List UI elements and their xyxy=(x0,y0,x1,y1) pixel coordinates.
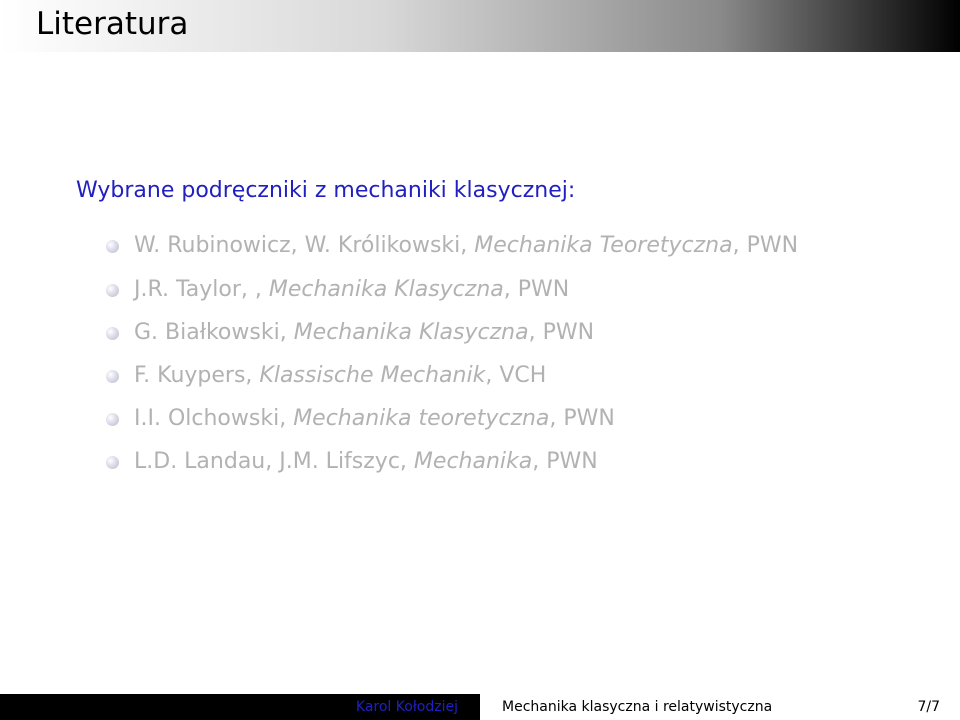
item-authors: W. Rubinowicz, W. Królikowski, xyxy=(134,233,475,258)
bibliography-list: W. Rubinowicz, W. Królikowski, Mechanika… xyxy=(106,230,886,478)
item-title: Mechanika xyxy=(413,449,533,474)
section-heading: Wybrane podręczniki z mechaniki klasyczn… xyxy=(76,178,576,203)
sphere-bullet-icon xyxy=(106,413,119,426)
sphere-bullet-icon xyxy=(106,240,119,253)
frame-title: Literatura xyxy=(36,6,189,42)
item-title: Mechanika Klasyczna xyxy=(293,320,529,345)
footer-title: Mechanika klasyczna i relatywistyczna xyxy=(502,699,773,715)
footer-title-bar: Mechanika klasyczna i relatywistyczna 7/… xyxy=(480,694,960,720)
item-publisher: , PWN xyxy=(549,406,615,431)
item-authors: J.R. Taylor, , xyxy=(134,277,269,302)
bibliography-item: G. Białkowski, Mechanika Klasyczna, PWN xyxy=(106,317,886,349)
item-authors: F. Kuypers, xyxy=(134,363,260,388)
page-number: 7/7 xyxy=(917,699,940,715)
item-publisher: , VCH xyxy=(485,363,547,388)
footer: Karol Kołodziej Mechanika klasyczna i re… xyxy=(0,694,960,720)
sphere-bullet-icon xyxy=(106,327,119,340)
bibliography-item: L.D. Landau, J.M. Lifszyc, Mechanika, PW… xyxy=(106,446,886,478)
item-title: Mechanika Teoretyczna xyxy=(474,233,733,258)
item-publisher: , PWN xyxy=(528,320,595,345)
item-title: Klassische Mechanik xyxy=(259,363,486,388)
sphere-bullet-icon xyxy=(106,370,119,383)
bibliography-item: W. Rubinowicz, W. Królikowski, Mechanika… xyxy=(106,230,886,262)
item-publisher: , PWN xyxy=(732,233,799,258)
bibliography-item: F. Kuypers, Klassische Mechanik, VCH xyxy=(106,360,886,392)
sphere-bullet-icon xyxy=(106,284,119,297)
item-title: Mechanika Klasyczna xyxy=(268,277,504,302)
item-authors: I.I. Olchowski, xyxy=(134,406,294,431)
item-authors: G. Białkowski, xyxy=(134,320,294,345)
bibliography-item: I.I. Olchowski, Mechanika teoretyczna, P… xyxy=(106,403,886,435)
item-title: Mechanika teoretyczna xyxy=(293,406,550,431)
frame-title-bar: Literatura xyxy=(0,0,960,52)
item-publisher: , PWN xyxy=(503,277,570,302)
bibliography-item: J.R. Taylor, , Mechanika Klasyczna, PWN xyxy=(106,274,886,306)
footer-author: Karol Kołodziej xyxy=(0,694,480,720)
item-authors: L.D. Landau, J.M. Lifszyc, xyxy=(134,449,414,474)
sphere-bullet-icon xyxy=(106,456,119,469)
item-publisher: , PWN xyxy=(532,449,598,474)
